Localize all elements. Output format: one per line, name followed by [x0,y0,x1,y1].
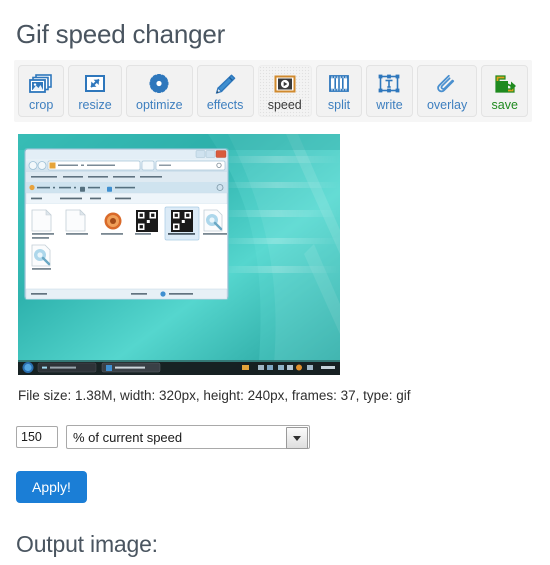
play-screen-icon [272,73,298,95]
tool-button-write[interactable]: write [366,65,413,117]
file-info-text: File size: 1.38M, width: 320px, height: … [18,388,411,403]
tool-button-save[interactable]: save [481,65,529,117]
tool-button-crop[interactable]: crop [18,65,65,117]
gear-star-icon [146,73,172,95]
pencil-icon [212,73,238,95]
speed-unit-select-wrapper[interactable]: % of current speed [66,425,310,449]
tool-button-optimize[interactable]: optimize [125,65,193,117]
tool-label-crop: crop [28,98,54,112]
text-frame-icon [376,73,402,95]
editor-toolbar: crop resize optimize effects speed split… [14,60,532,122]
tool-button-resize[interactable]: resize [68,65,122,117]
film-strip-icon [326,73,352,95]
gif-preview[interactable] [18,134,340,375]
resize-arrow-icon [82,73,108,95]
speed-amount-input[interactable] [16,426,58,448]
speed-controls: % of current speed [16,425,550,449]
paperclip-icon [434,73,460,95]
tool-label-effects: effects [206,98,244,112]
crop-images-icon [28,73,54,95]
speed-unit-select[interactable]: % of current speed [66,425,310,449]
tool-label-optimize: optimize [136,98,183,112]
tool-button-speed[interactable]: speed [257,65,312,117]
tool-label-resize: resize [78,98,112,112]
tool-label-save: save [491,98,518,112]
tool-label-speed: speed [267,98,302,112]
page-title: Gif speed changer [16,19,226,49]
tool-label-write: write [376,98,403,112]
gif-preview-image [18,134,340,375]
output-image-heading: Output image: [16,531,158,557]
tool-button-split[interactable]: split [315,65,363,117]
tool-button-effects[interactable]: effects [196,65,254,117]
tool-label-split: split [327,98,351,112]
tool-button-overlay[interactable]: overlay [416,65,478,117]
tool-label-overlay: overlay [426,98,468,112]
share-export-icon [492,73,518,95]
apply-button[interactable]: Apply! [16,471,87,503]
